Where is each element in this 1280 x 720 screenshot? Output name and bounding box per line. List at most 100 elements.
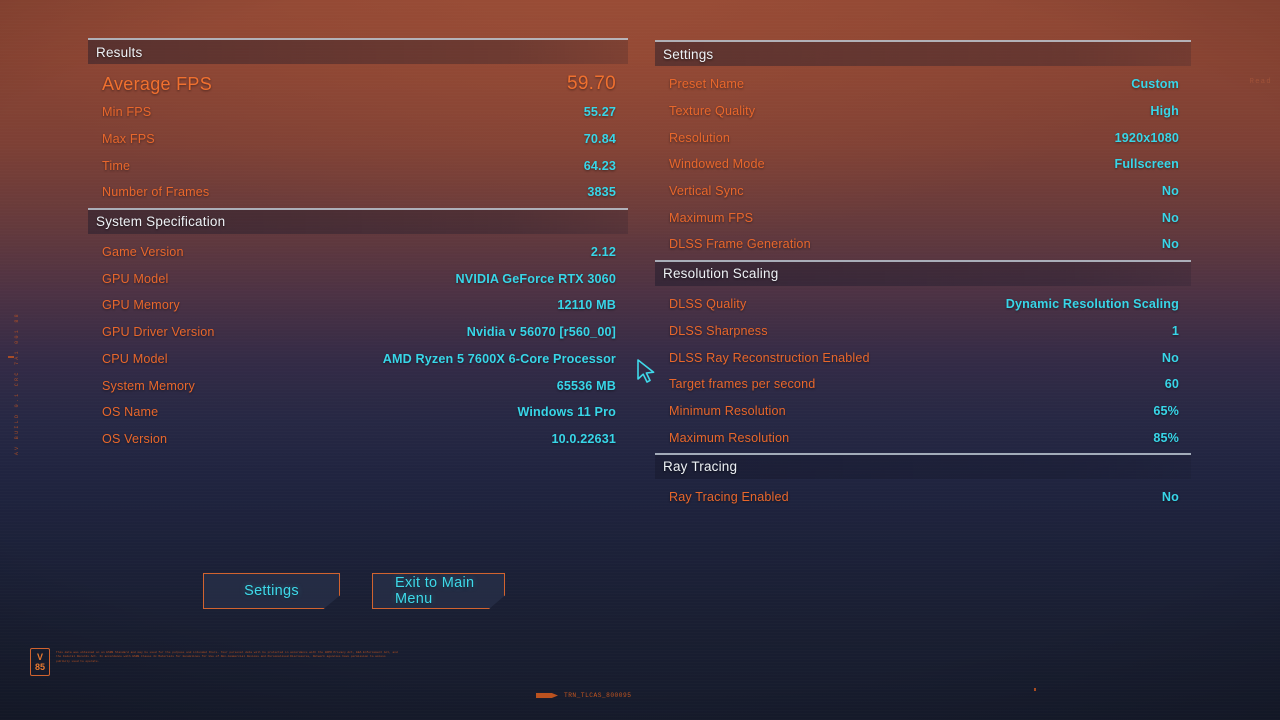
stat-label: DLSS Frame Generation	[669, 237, 811, 252]
stat-label: System Memory	[102, 378, 195, 393]
section-header: Results	[88, 38, 628, 64]
section-results: Results Average FPS 59.70 Min FPS 55.27 Max F…	[88, 38, 628, 206]
stat-label: Time	[102, 158, 131, 173]
stat-value: 65536 MB	[556, 378, 616, 393]
stat-row: Maximum FPS No	[655, 204, 1191, 231]
stat-row: GPU Driver Version Nvidia v 56070 [r560_0…	[88, 319, 628, 346]
legal-footer: V 85 This data was obtained on an ESRB S…	[30, 648, 401, 676]
stat-row: GPU Memory 12110 MB	[88, 292, 628, 319]
stat-label: OS Version	[102, 431, 168, 446]
stat-label: GPU Model	[102, 271, 169, 286]
stat-label: GPU Memory	[102, 298, 180, 313]
stat-value: 65%	[1153, 403, 1179, 418]
section-title: Resolution Scaling	[663, 266, 779, 282]
stat-value: Custom	[1131, 77, 1179, 92]
stat-label: Min FPS	[102, 105, 152, 120]
arrow-icon	[536, 692, 558, 699]
action-button-row: Settings Exit to Main Menu	[203, 573, 505, 609]
stat-value: No	[1161, 350, 1179, 365]
stat-value: No	[1161, 210, 1179, 225]
section-ray-tracing: Ray Tracing Ray Tracing Enabled No	[655, 452, 1191, 511]
stat-label: Maximum Resolution	[669, 430, 790, 445]
stat-row: Texture Quality High	[655, 98, 1191, 125]
stat-value: No	[1161, 237, 1179, 252]
stat-row: CPU Model AMD Ryzen 5 7600X 6-Core Proces…	[88, 346, 628, 373]
stat-value: 60	[1164, 377, 1179, 392]
stat-label: Ray Tracing Enabled	[669, 490, 789, 505]
stat-row: Maximum Resolution 85%	[655, 424, 1191, 451]
stat-row: Game Version 2.12	[88, 239, 628, 266]
stat-label: CPU Model	[102, 351, 168, 366]
settings-panel: Settings Preset Name Custom Texture Quality…	[655, 40, 1191, 513]
stat-row: Average FPS 59.70	[88, 69, 628, 99]
exit-to-main-menu-button[interactable]: Exit to Main Menu	[372, 573, 505, 609]
stat-value: No	[1161, 490, 1179, 505]
stat-row: DLSS Quality Dynamic Resolution Scaling	[655, 291, 1191, 318]
section-title: Ray Tracing	[663, 459, 738, 475]
rating-number: 85	[34, 661, 45, 672]
section-rows: DLSS Quality Dynamic Resolution Scaling DL…	[655, 286, 1191, 451]
side-tick-mark	[8, 356, 14, 358]
stat-value: 3835	[587, 185, 616, 200]
stat-value: High	[1150, 104, 1179, 119]
section-rows: Preset Name Custom Texture Quality High Reso…	[655, 66, 1191, 258]
stat-row: Minimum Resolution 65%	[655, 398, 1191, 425]
stat-label: DLSS Quality	[669, 297, 747, 312]
settings-button[interactable]: Settings	[203, 573, 340, 609]
stat-row: Ray Tracing Enabled No	[655, 484, 1191, 511]
section-resolution-scaling: Resolution Scaling DLSS Quality Dynamic Re…	[655, 259, 1191, 451]
stat-label: GPU Driver Version	[102, 325, 215, 340]
section-title: Settings	[663, 46, 714, 62]
stat-value: Dynamic Resolution Scaling	[1005, 297, 1179, 312]
stat-label: OS Name	[102, 405, 159, 420]
stat-row: Resolution 1920x1080	[655, 124, 1191, 151]
stat-value: Windows 11 Pro	[517, 405, 616, 420]
stat-row: OS Name Windows 11 Pro	[88, 399, 628, 426]
rating-badge: V 85	[30, 648, 50, 676]
stat-label: DLSS Ray Reconstruction Enabled	[669, 350, 870, 365]
stat-label: Windowed Mode	[669, 157, 765, 172]
stat-value: 1	[1171, 323, 1179, 338]
section-rows: Game Version 2.12 GPU Model NVIDIA GeForce …	[88, 234, 628, 453]
stat-row: DLSS Sharpness 1	[655, 318, 1191, 345]
section-header: Resolution Scaling	[655, 259, 1191, 286]
stat-value: 12110 MB	[557, 298, 616, 313]
stat-row: Max FPS 70.84	[88, 126, 628, 153]
stat-label: Max FPS	[102, 132, 155, 147]
stat-row: Time 64.23	[88, 152, 628, 179]
stat-label: Minimum Resolution	[669, 403, 786, 418]
stat-row: Target frames per second 60	[655, 371, 1191, 398]
stat-value: AMD Ryzen 5 7600X 6-Core Processor	[382, 351, 616, 366]
stat-value: 55.27	[583, 105, 616, 120]
stat-label: Maximum FPS	[669, 210, 754, 225]
legal-disclaimer-text: This data was obtained on an ESRB Standa…	[56, 651, 398, 663]
stat-value: 64.23	[583, 158, 616, 173]
stat-value: 1920x1080	[1114, 130, 1179, 145]
stat-label: Target frames per second	[669, 377, 816, 392]
stat-value: Nvidia v 56070 [r560_00]	[466, 325, 616, 340]
stat-row: Min FPS 55.27	[88, 99, 628, 126]
section-system-specification: System Specification Game Version 2.12 GPU …	[88, 207, 628, 453]
section-rows: Ray Tracing Enabled No	[655, 479, 1191, 511]
stat-label: DLSS Sharpness	[669, 323, 768, 338]
settings-button-label: Settings	[244, 583, 299, 599]
stat-label: Average FPS	[102, 73, 213, 94]
stat-row: Number of Frames 3835	[88, 179, 628, 206]
stat-value: 2.12	[590, 245, 616, 260]
rating-letter: V	[36, 651, 43, 662]
stat-row: OS Version 10.0.22631	[88, 426, 628, 453]
build-identifier: TRN_TLCAS_800095	[536, 692, 631, 699]
build-id-text: TRN_TLCAS_800095	[564, 692, 632, 699]
stat-value: NVIDIA GeForce RTX 3060	[455, 271, 616, 286]
stat-value: 85%	[1153, 430, 1179, 445]
section-header: Settings	[655, 40, 1191, 66]
stat-value: 10.0.22631	[551, 431, 616, 446]
stat-label: Resolution	[669, 130, 731, 145]
stat-label: Preset Name	[669, 77, 745, 92]
section-settings: Settings Preset Name Custom Texture Quality…	[655, 40, 1191, 258]
stat-label: Texture Quality	[669, 104, 756, 119]
section-rows: Average FPS 59.70 Min FPS 55.27 Max FPS 70.84…	[88, 64, 628, 206]
right-edge-faint-text: Read	[1249, 78, 1272, 86]
stat-row: System Memory 65536 MB	[88, 372, 628, 399]
stat-value: 59.70	[566, 73, 616, 94]
